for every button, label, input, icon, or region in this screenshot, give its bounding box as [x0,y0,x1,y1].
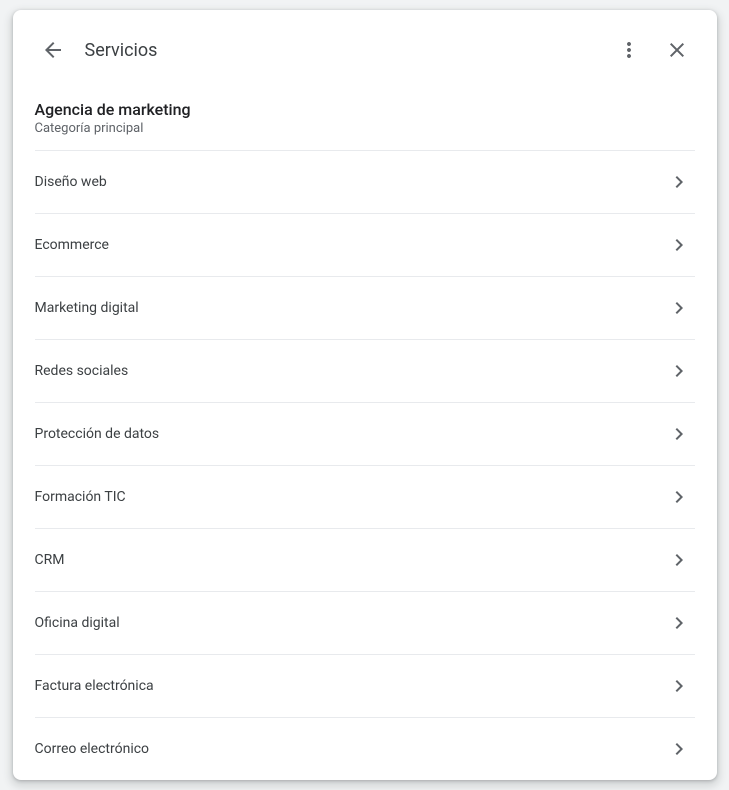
more-options-button[interactable] [609,30,649,70]
close-button[interactable] [657,30,697,70]
service-label: Ecommerce [35,237,109,253]
service-item[interactable]: CRM [35,529,695,592]
arrow-left-icon [41,38,65,62]
category-subtitle: Categoría principal [35,121,695,136]
dialog-header: Servicios [13,10,717,82]
service-label: Protección de datos [35,426,160,442]
chevron-right-icon [667,233,691,257]
back-button[interactable] [33,30,73,70]
service-label: Correo electrónico [35,741,150,757]
service-item[interactable]: Correo electrónico [35,718,695,780]
services-list: Diseño web Ecommerce Marketing digital Rede… [35,151,695,780]
more-vert-icon [617,38,641,62]
service-label: Redes sociales [35,363,129,379]
close-icon [665,38,689,62]
chevron-right-icon [667,737,691,761]
service-item[interactable]: Marketing digital [35,277,695,340]
category-header: Agencia de marketing Categoría principal [35,82,695,151]
dialog-title: Servicios [85,40,601,61]
service-item[interactable]: Redes sociales [35,340,695,403]
category-title: Agencia de marketing [35,100,695,119]
service-item[interactable]: Factura electrónica [35,655,695,718]
service-item[interactable]: Oficina digital [35,592,695,655]
service-item[interactable]: Formación TIC [35,466,695,529]
chevron-right-icon [667,548,691,572]
service-label: Oficina digital [35,615,120,631]
service-label: Diseño web [35,174,107,190]
chevron-right-icon [667,359,691,383]
chevron-right-icon [667,296,691,320]
chevron-right-icon [667,422,691,446]
service-label: CRM [35,552,65,568]
service-item[interactable]: Protección de datos [35,403,695,466]
service-item[interactable]: Ecommerce [35,214,695,277]
service-item[interactable]: Diseño web [35,151,695,214]
chevron-right-icon [667,611,691,635]
chevron-right-icon [667,674,691,698]
service-label: Formación TIC [35,489,126,505]
service-label: Factura electrónica [35,678,154,694]
chevron-right-icon [667,170,691,194]
service-label: Marketing digital [35,300,139,316]
dialog-content[interactable]: Agencia de marketing Categoría principal… [13,82,717,780]
chevron-right-icon [667,485,691,509]
services-dialog: Servicios Agencia de marketing Categoría… [13,10,717,780]
